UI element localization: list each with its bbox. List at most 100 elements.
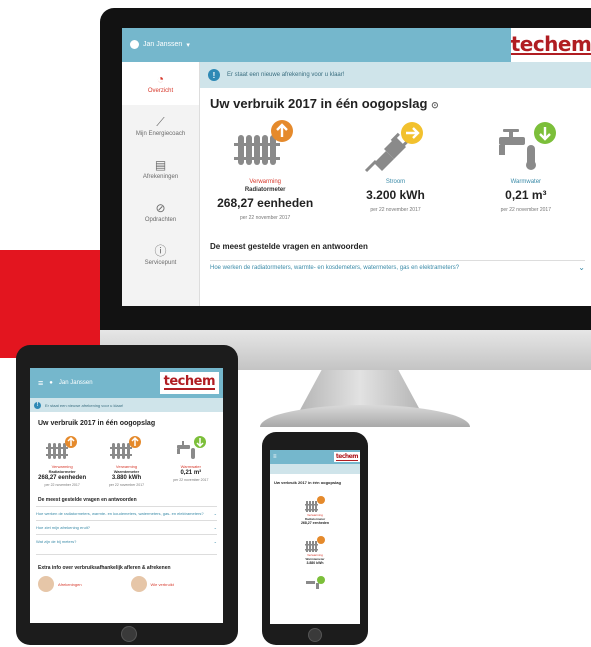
notice-banner[interactable] (270, 464, 360, 474)
notice-banner[interactable]: ! Er staat een nieuwe afrekening voor u … (30, 398, 223, 412)
faq-item[interactable]: Hoe werken de radiatormeters, warmte- en… (210, 260, 585, 274)
usage-card[interactable] (270, 575, 360, 589)
card-date: per 22 november 2017 (500, 207, 551, 213)
card-date: per 22 november 2017 (44, 483, 80, 487)
sidebar-item-label: Servicepunt (144, 260, 177, 266)
chevron-down-icon: ⌄ (213, 525, 217, 530)
sidebar-item-overzicht[interactable]: ◔ Overzicht (122, 62, 199, 105)
radiator-icon (305, 536, 325, 552)
usage-card[interactable]: Verwarming Warmtemeter 3.880 kWh (270, 535, 360, 565)
techem-logo[interactable]: techem (333, 452, 360, 462)
card-label: Stroom (385, 179, 406, 185)
card-date: per 22 november 2017 (240, 215, 291, 221)
sidebar-item-label: Opdrachten (144, 217, 177, 223)
sidebar-item-label: Afrekeningen (142, 174, 179, 180)
faq-item-text: Hoe werken de radiatormeters, warmte- en… (210, 264, 460, 271)
avatar (130, 576, 147, 592)
card-sublabel: Warmtemeter (113, 469, 140, 474)
page-title: Uw verbruik 2017 in één oogopslag (274, 480, 341, 485)
help-icon[interactable]: ⊙ (431, 100, 439, 110)
topbar-fill (200, 28, 511, 62)
tablet-screen: ≡ ● Jan Janssen techem ! Er staat een ni… (30, 368, 223, 623)
desktop-topbar: Jan Janssen ▾ techem (122, 28, 591, 62)
faq-title: De meest gestelde vragen en antwoorden (210, 242, 368, 251)
extra-info: Afrekeningen Wie verbruikt (38, 576, 215, 592)
card-date: per 22 november 2017 (173, 478, 209, 482)
card-value: 0,21 m³ (505, 188, 547, 202)
phone-screen: ≡ techem Uw verbruik 2017 in één oogopsl… (270, 450, 360, 624)
user-name[interactable]: Jan Janssen (59, 380, 93, 386)
desktop-sidebar: ◔ Overzicht ⟋ Mijn Energiecoach ▤ Afreke… (122, 62, 200, 306)
card-value: 0,21 m³ (180, 470, 202, 476)
chevron-down-icon: ⌄ (213, 539, 217, 544)
user-menu[interactable]: Jan Janssen ▾ (122, 28, 200, 62)
tablet-home-button[interactable] (121, 626, 137, 642)
techem-logo[interactable]: techem (510, 28, 591, 62)
page-title-text: Uw verbruik 2017 in één oogopslag (210, 96, 428, 111)
notice-text: Er staat een nieuwe afrekening voor u kl… (227, 72, 345, 78)
phone-home-button[interactable] (308, 628, 322, 642)
extra-info-label: Afrekeningen (58, 581, 82, 587)
faq-item-text: Wat zijn de bij meters? (36, 539, 77, 544)
faq-title: De meest gestelde vragen en antwoorden (38, 497, 137, 503)
sidebar-item-label: Overzicht (147, 88, 174, 94)
faq-item-text: Hoe ziet mijn afrekening eruit? (36, 525, 91, 530)
chart-line-icon: ⟋ (156, 115, 165, 129)
card-date: per 22 november 2017 (108, 483, 145, 487)
avatar (38, 576, 54, 592)
chevron-down-icon: ▾ (186, 41, 190, 49)
usage-card[interactable]: Verwarming Radiatormeter 268,27 eenheden (270, 495, 360, 525)
card-label: Verwarming (249, 179, 281, 185)
faq-item[interactable]: Hoe ziet mijn afrekening eruit? ⌄ (36, 520, 217, 534)
usage-card-water[interactable]: Warmwater 0,21 m³ per 22 november 2017 (461, 119, 591, 221)
card-sublabel: Radiatormeter (48, 469, 76, 474)
notice-banner[interactable]: ! Er staat een nieuwe afrekening voor u … (200, 62, 591, 88)
user-icon (130, 40, 139, 49)
faq-item[interactable]: Wat zijn de bij meters? ⌄ (36, 534, 217, 548)
techem-logo[interactable]: techem (159, 372, 219, 394)
usage-card[interactable]: Warmwater 0,21 m³ per 22 november 2017 (159, 435, 223, 487)
card-value: 3.200 kWh (366, 188, 425, 202)
extra-info-item[interactable]: Afrekeningen (38, 576, 123, 592)
extra-info-label: Wie verbruikt (150, 581, 174, 587)
user-icon: ● (49, 380, 53, 386)
usage-card[interactable]: Verwarming Radiatormeter 268,27 eenheden… (30, 435, 94, 487)
tap-icon (498, 122, 556, 170)
sidebar-item-energiecoach[interactable]: ⟋ Mijn Energiecoach (122, 105, 199, 148)
gauge-icon: ◔ (156, 72, 165, 86)
user-name: Jan Janssen (143, 41, 183, 48)
tap-icon (176, 436, 206, 459)
sidebar-item-label: Mijn Energiecoach (135, 131, 186, 137)
usage-card-electricity[interactable]: Stroom 3.200 kWh per 22 november 2017 (330, 119, 460, 221)
extra-info-item[interactable]: Wie verbruikt (130, 576, 216, 592)
hamburger-menu-icon[interactable]: ≡ (38, 378, 43, 388)
card-value: 268,27 eenheden (38, 475, 87, 481)
radiator-icon (110, 436, 142, 459)
card-value: 3.880 kWh (306, 561, 324, 565)
card-label: Warmwater (510, 179, 542, 185)
faq-item[interactable]: Hoe werken de radiatormeters, warmte- en… (36, 506, 217, 520)
radiator-icon (305, 496, 325, 512)
plug-icon (365, 122, 424, 173)
usage-cards: Verwarming Radiatormeter 268,27 eenheden… (200, 119, 591, 221)
desktop-screen: Jan Janssen ▾ techem ◔ Overzicht ⟋ Mijn … (122, 28, 591, 306)
card-date: per 22 november 2017 (370, 207, 421, 213)
monitor-stand (300, 370, 420, 410)
monitor-stand-base (260, 405, 470, 427)
desktop-main: ! Er staat een nieuwe afrekening voor u … (200, 62, 591, 306)
chevron-down-icon: ⌄ (578, 263, 585, 272)
usage-card[interactable]: Verwarming Warmtemeter 3.880 kWh per 22 … (94, 435, 158, 487)
card-sublabel: Radiatormeter (244, 187, 286, 193)
card-value: 268,27 eenheden (300, 521, 329, 525)
devices-showcase: Jan Janssen ▾ techem ◔ Overzicht ⟋ Mijn … (0, 0, 591, 647)
hamburger-menu-icon[interactable]: ≡ (273, 454, 277, 460)
paperclip-icon: ⊘ (155, 201, 166, 215)
chevron-down-icon: ⌄ (213, 511, 217, 516)
card-value: 3.880 kWh (111, 475, 142, 481)
sidebar-item-afrekeningen[interactable]: ▤ Afrekeningen (122, 148, 199, 191)
usage-card-heating[interactable]: Verwarming Radiatormeter 268,27 eenheden… (200, 119, 330, 221)
info-icon: ! (34, 401, 41, 409)
sidebar-item-servicepunt[interactable]: ⓘ Servicepunt (122, 234, 199, 277)
sidebar-item-opdrachten[interactable]: ⊘ Opdrachten (122, 191, 199, 234)
faq-item-text: Hoe werken de radiatormeters, warmte- en… (36, 511, 204, 516)
